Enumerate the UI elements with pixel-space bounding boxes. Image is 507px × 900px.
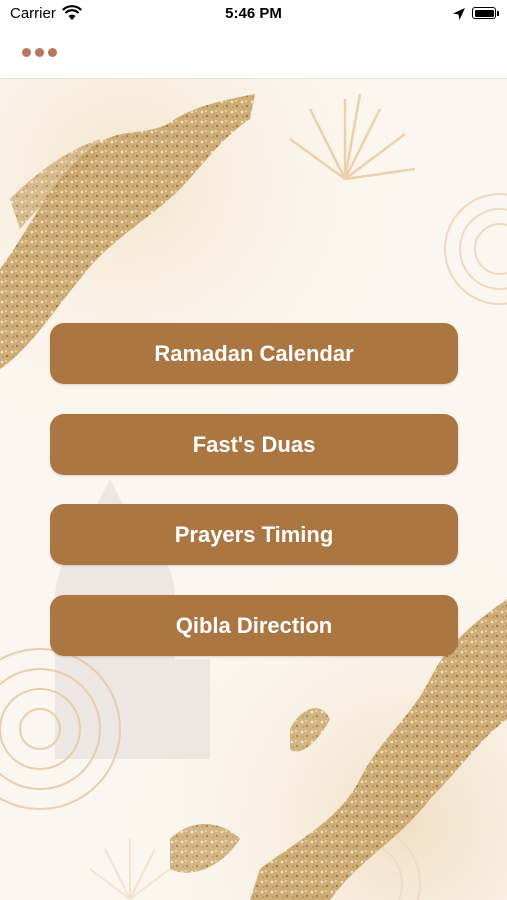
glitter-background-art	[0, 79, 507, 900]
ellipsis-icon	[48, 47, 57, 57]
navigation-bar	[0, 28, 507, 79]
more-options-button[interactable]	[22, 43, 66, 61]
location-arrow-icon	[453, 8, 465, 20]
qibla-direction-button[interactable]: Qibla Direction	[50, 595, 458, 656]
ellipsis-icon	[22, 47, 31, 57]
ellipsis-icon	[35, 47, 44, 57]
battery-icon	[472, 7, 496, 19]
fasts-duas-button[interactable]: Fast's Duas	[50, 414, 458, 475]
status-bar: Carrier 5:46 PM	[0, 0, 507, 28]
battery-cap	[497, 11, 499, 16]
ramadan-calendar-button[interactable]: Ramadan Calendar	[50, 323, 458, 384]
decorative-background	[0, 79, 507, 900]
status-time: 5:46 PM	[225, 5, 282, 22]
prayers-timing-button[interactable]: Prayers Timing	[50, 504, 458, 565]
